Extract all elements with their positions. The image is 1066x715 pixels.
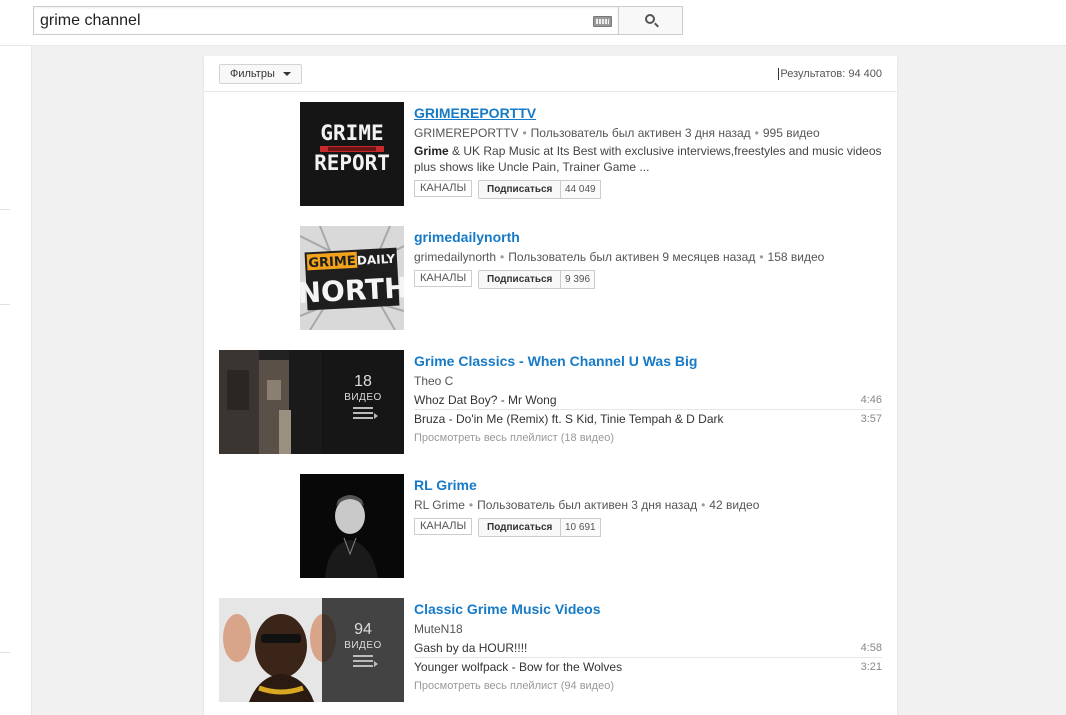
playlist-icon: [353, 655, 378, 667]
playlist-thumbnail[interactable]: 18 ВИДЕО: [219, 350, 404, 454]
playlist-overlay: 94 ВИДЕО: [322, 598, 404, 702]
owner-name[interactable]: MuteN18: [414, 622, 463, 636]
playlist-thumbnail[interactable]: 94 ВИДЕО: [219, 598, 404, 702]
result-meta: Theo C: [414, 373, 884, 389]
channel-badge: КАНАЛЫ: [414, 180, 473, 197]
result-title-link[interactable]: Classic Grime Music Videos: [414, 600, 884, 618]
view-full-playlist-link[interactable]: Просмотреть весь плейлист (94 видео): [414, 679, 884, 693]
track-title: Bruza - Do'in Me (Remix) ft. S Kid, Tini…: [414, 412, 724, 426]
result-item-playlist-classic-grime: 94 ВИДЕО Classic Grime Music Videos Mute…: [204, 598, 897, 702]
subscribe-button[interactable]: Подписаться: [478, 270, 562, 289]
subscriber-count: 44 049: [561, 180, 601, 199]
thumb-logo-line2: DAILY: [357, 252, 396, 268]
guide-divider: [0, 652, 10, 653]
channel-actions: КАНАЛЫ Подписаться 10 691: [414, 518, 884, 537]
result-info: grimedailynorth grimedailynorth • Пользова…: [414, 226, 884, 289]
thumb-logo-line2: REPORT: [314, 151, 390, 175]
filter-bar: Фильтры Результатов: 94 400: [204, 56, 897, 92]
playlist-count: 18: [354, 373, 372, 390]
playlist-count: 94: [354, 621, 372, 638]
thumb-logo-line1: GRIME: [320, 121, 383, 145]
result-description: Grime & UK Rap Music at Its Best with ex…: [414, 143, 884, 175]
playlist-overlay: 18 ВИДЕО: [322, 350, 404, 454]
chevron-down-icon: [283, 72, 291, 76]
result-info: RL Grime RL Grime • Пользователь был актив…: [414, 474, 884, 537]
track-duration: 3:21: [860, 661, 882, 673]
result-meta: grimedailynorth • Пользователь был активен…: [414, 250, 825, 264]
guide-divider: [0, 304, 10, 305]
result-info: Classic Grime Music Videos MuteN18 Gash …: [414, 598, 884, 693]
result-item-grimereporttv: GRIME REPORT GRIMEREPORTTV GRIMEREPORTTV…: [204, 102, 897, 206]
subscriber-count: 9 396: [561, 270, 596, 289]
subscribe-button[interactable]: Подписаться: [478, 518, 562, 537]
search-box[interactable]: [33, 6, 618, 35]
result-item-rl-grime: RL Grime RL Grime • Пользователь был актив…: [204, 474, 897, 578]
playlist-icon: [353, 407, 378, 419]
owner-name[interactable]: GRIMEREPORTTV: [414, 126, 518, 140]
results-container: Фильтры Результатов: 94 400 GRIME REPORT…: [204, 56, 897, 715]
view-full-playlist-link[interactable]: Просмотреть весь плейлист (18 видео): [414, 431, 884, 445]
track-duration: 4:46: [860, 394, 882, 406]
result-info: Grime Classics - When Channel U Was Big …: [414, 350, 884, 445]
video-count: 158 видео: [767, 250, 825, 264]
owner-name[interactable]: Theo C: [414, 374, 453, 388]
video-count: 42 видео: [709, 498, 760, 512]
channel-thumbnail[interactable]: GRIME DAILY NORTH: [300, 226, 404, 330]
guide-sidebar: [0, 46, 32, 715]
owner-name[interactable]: grimedailynorth: [414, 250, 496, 264]
track-duration: 4:58: [860, 642, 882, 654]
track-duration: 3:57: [860, 413, 882, 425]
playlist-track[interactable]: Bruza - Do'in Me (Remix) ft. S Kid, Tini…: [414, 410, 882, 429]
track-title: Whoz Dat Boy? - Mr Wong: [414, 393, 557, 407]
activity-text: Пользователь был активен 3 дня назад: [477, 498, 698, 512]
video-count: 995 видео: [762, 126, 820, 140]
search-icon: [645, 14, 655, 24]
activity-text: Пользователь был активен 3 дня назад: [530, 126, 751, 140]
guide-divider: [0, 209, 10, 210]
channel-actions: КАНАЛЫ Подписаться 44 049: [414, 180, 884, 199]
thumb-logo-line3: NORTH: [300, 271, 404, 310]
result-title-link[interactable]: RL Grime: [414, 476, 884, 494]
activity-text: Пользователь был активен 9 месяцев назад: [508, 250, 756, 264]
playlist-count-label: ВИДЕО: [344, 392, 382, 403]
subscribe-button[interactable]: Подписаться: [478, 180, 562, 199]
result-title-link[interactable]: Grime Classics - When Channel U Was Big: [414, 352, 884, 370]
playlist-track[interactable]: Whoz Dat Boy? - Mr Wong 4:46: [414, 391, 882, 410]
result-meta: RL Grime • Пользователь был активен 3 дня …: [414, 498, 760, 512]
result-meta: MuteN18: [414, 621, 884, 637]
filters-label: Фильтры: [230, 68, 275, 80]
channel-actions: КАНАЛЫ Подписаться 9 396: [414, 270, 884, 289]
channel-thumbnail[interactable]: GRIME REPORT: [300, 102, 404, 206]
search-input[interactable]: [34, 7, 584, 34]
masthead: [0, 0, 1066, 46]
playlist-count-label: ВИДЕО: [344, 640, 382, 651]
desc-highlight: Grime: [414, 144, 449, 158]
result-item-playlist-grime-classics: 18 ВИДЕО Grime Classics - When Channel U…: [204, 350, 897, 454]
channel-avatar-image: [300, 474, 404, 578]
track-title: Gash by da HOUR!!!!: [414, 641, 528, 655]
results-count: Результатов: 94 400: [778, 68, 882, 80]
result-title-link[interactable]: GRIMEREPORTTV: [414, 104, 884, 122]
owner-name[interactable]: RL Grime: [414, 498, 465, 512]
channel-avatar-image: GRIME REPORT: [300, 102, 404, 206]
search-button[interactable]: [618, 6, 683, 35]
subscriber-count: 10 691: [561, 518, 601, 537]
result-item-grimedailynorth: GRIME DAILY NORTH grimedailynorth grimed…: [204, 226, 897, 330]
result-meta: GRIMEREPORTTV • Пользователь был активен 3…: [414, 126, 820, 140]
keyboard-icon[interactable]: [593, 16, 612, 27]
desc-text: & UK Rap Music at Its Best with exclusiv…: [414, 144, 882, 174]
result-info: GRIMEREPORTTV GRIMEREPORTTV • Пользователь…: [414, 102, 884, 199]
playlist-track[interactable]: Younger wolfpack - Bow for the Wolves 3:…: [414, 658, 882, 677]
channel-thumbnail[interactable]: [300, 474, 404, 578]
channel-badge: КАНАЛЫ: [414, 270, 473, 287]
track-title: Younger wolfpack - Bow for the Wolves: [414, 660, 623, 674]
result-title-link[interactable]: grimedailynorth: [414, 228, 884, 246]
thumb-logo-line1: GRIME: [308, 254, 356, 271]
playlist-track[interactable]: Gash by da HOUR!!!! 4:58: [414, 639, 882, 658]
channel-badge: КАНАЛЫ: [414, 518, 473, 535]
filters-button[interactable]: Фильтры: [219, 64, 302, 84]
channel-avatar-image: GRIME DAILY NORTH: [300, 226, 404, 330]
